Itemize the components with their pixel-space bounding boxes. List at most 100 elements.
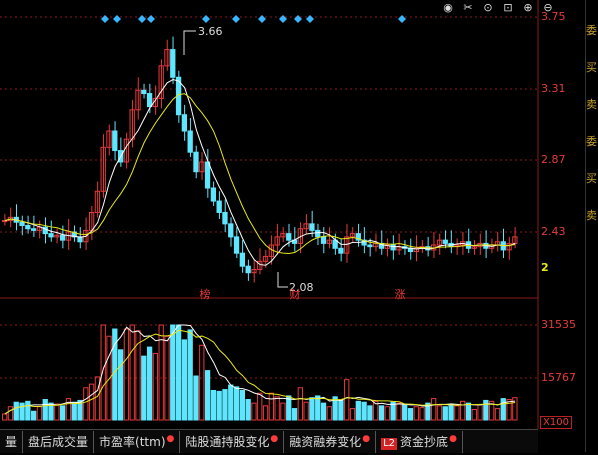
price-annotations: 3.662.08榜财涨 [183,25,406,301]
strip-char: 买 [586,172,597,185]
signal-diamond-icon [101,15,109,23]
volume-bar [100,324,106,421]
volume-bar [199,344,205,421]
candle-body [442,239,448,244]
volume-bar [326,406,332,421]
tab-bottom-fishing[interactable]: L2 资金抄底● [376,430,463,453]
volume-bar [25,400,31,421]
l2-badge: L2 [381,437,398,450]
volume-bar [442,406,448,421]
volume-bar [494,408,501,421]
strip-char: 卖 [586,209,597,222]
tab-label: 量 [5,434,18,449]
volume-bar [2,413,8,421]
volume-bar [436,405,443,421]
eye-icon[interactable]: ◉ [438,1,458,15]
tab-label: 融资融券变化 [289,434,362,449]
tab-hk-connect-holdings[interactable]: 陆股通持股变化● [180,430,285,453]
volume-bar [193,375,199,421]
new-dot-icon: ● [362,433,371,444]
tab-pe-ratio[interactable]: 市盈率(ttm)● [94,430,181,453]
tab-label: 陆股通持股变化 [185,434,270,449]
volume-bar [297,387,303,421]
chart-toolbar: ◉ ✂ ⊙ ⊡ ⊕ ⊖ [438,1,558,15]
candle-body [204,161,211,189]
volume-bar [36,406,43,421]
volume-bar [355,400,361,421]
volume-bar [129,324,135,421]
signal-diamond-icon [279,15,287,23]
volume-bar [222,389,228,421]
volume-bar [245,399,251,421]
new-dot-icon: ● [449,433,457,444]
candle-body [216,200,222,213]
volume-bar [210,389,217,421]
volume-bar [170,324,176,421]
tab-volume[interactable]: 量 [0,430,24,453]
candle-body [59,234,66,241]
volume-bar [396,402,402,421]
candle-body [25,224,31,230]
moving-average-lines [4,79,516,266]
strip-char: 卖 [586,98,597,111]
kline-chart[interactable]: 3.662.08榜财涨 [0,0,598,452]
volume-bar [402,403,408,421]
play-icon[interactable]: ⊙ [478,1,498,15]
tab-after-hours-volume[interactable]: 盘后成交量 [23,430,95,453]
volume-bar [83,387,89,421]
volume-bar [123,328,130,421]
volume-bar [460,400,466,421]
volume-bar [257,392,263,421]
zhang-marker: 涨 [395,288,406,301]
volume-bar [320,402,327,421]
volume-bar [419,407,425,421]
signal-diamond-icon [138,15,146,23]
volume-bar [117,349,124,421]
high-price-label: 3.66 [198,25,223,38]
indicator-tab-bar: 量 盘后成交量 市盈率(ttm)● 陆股通持股变化● 融资融券变化● L2 资金抄… [0,429,538,453]
volume-bar [361,401,367,421]
volume-tick-mid: 15767 [541,371,576,384]
tab-margin-trading[interactable]: 融资融券变化● [284,430,377,453]
volume-bar [500,398,506,421]
signal-diamond-icon [258,15,266,23]
volume-bar [454,405,460,421]
volume-bar [262,405,269,421]
volume-bar [216,390,222,421]
tab-label: 市盈率(ttm) [99,434,166,449]
volume-bar [152,352,159,421]
candle-body [112,130,118,152]
volume-bar [141,355,147,421]
candle-body [222,211,228,225]
volume-bar [303,401,309,421]
candle-body [48,233,54,238]
candle-body [193,151,199,173]
price-tick-2-43: 2.43 [541,225,566,238]
chart-grid [0,0,539,429]
candle-body [286,233,292,241]
volume-bar [30,410,37,421]
candle-body [146,93,153,108]
zoom-in-icon[interactable]: ⊕ [518,1,538,15]
signal-diamond-icon [113,15,121,23]
volume-bar [228,384,234,421]
tab-label: 盘后成交量 [28,434,89,449]
candle-body [233,236,240,254]
volume-bar [338,399,344,421]
candle-body [187,130,193,153]
price-tick-3-31: 3.31 [541,82,566,95]
signal-diamond-icon [306,15,314,23]
scissors-icon[interactable]: ✂ [458,1,478,15]
candle-body [390,244,396,251]
new-dot-icon: ● [270,433,279,444]
strip-char: 委 [586,135,597,148]
volume-bar [477,404,483,421]
bag-icon[interactable]: ⊡ [498,1,518,15]
volume-tick-max: 31535 [541,318,576,331]
volume-bar [7,406,14,421]
volume-bars [2,324,518,421]
volume-bar [175,324,182,421]
candle-body [315,229,321,238]
volume-bar [233,386,240,421]
candle-body [338,247,344,254]
